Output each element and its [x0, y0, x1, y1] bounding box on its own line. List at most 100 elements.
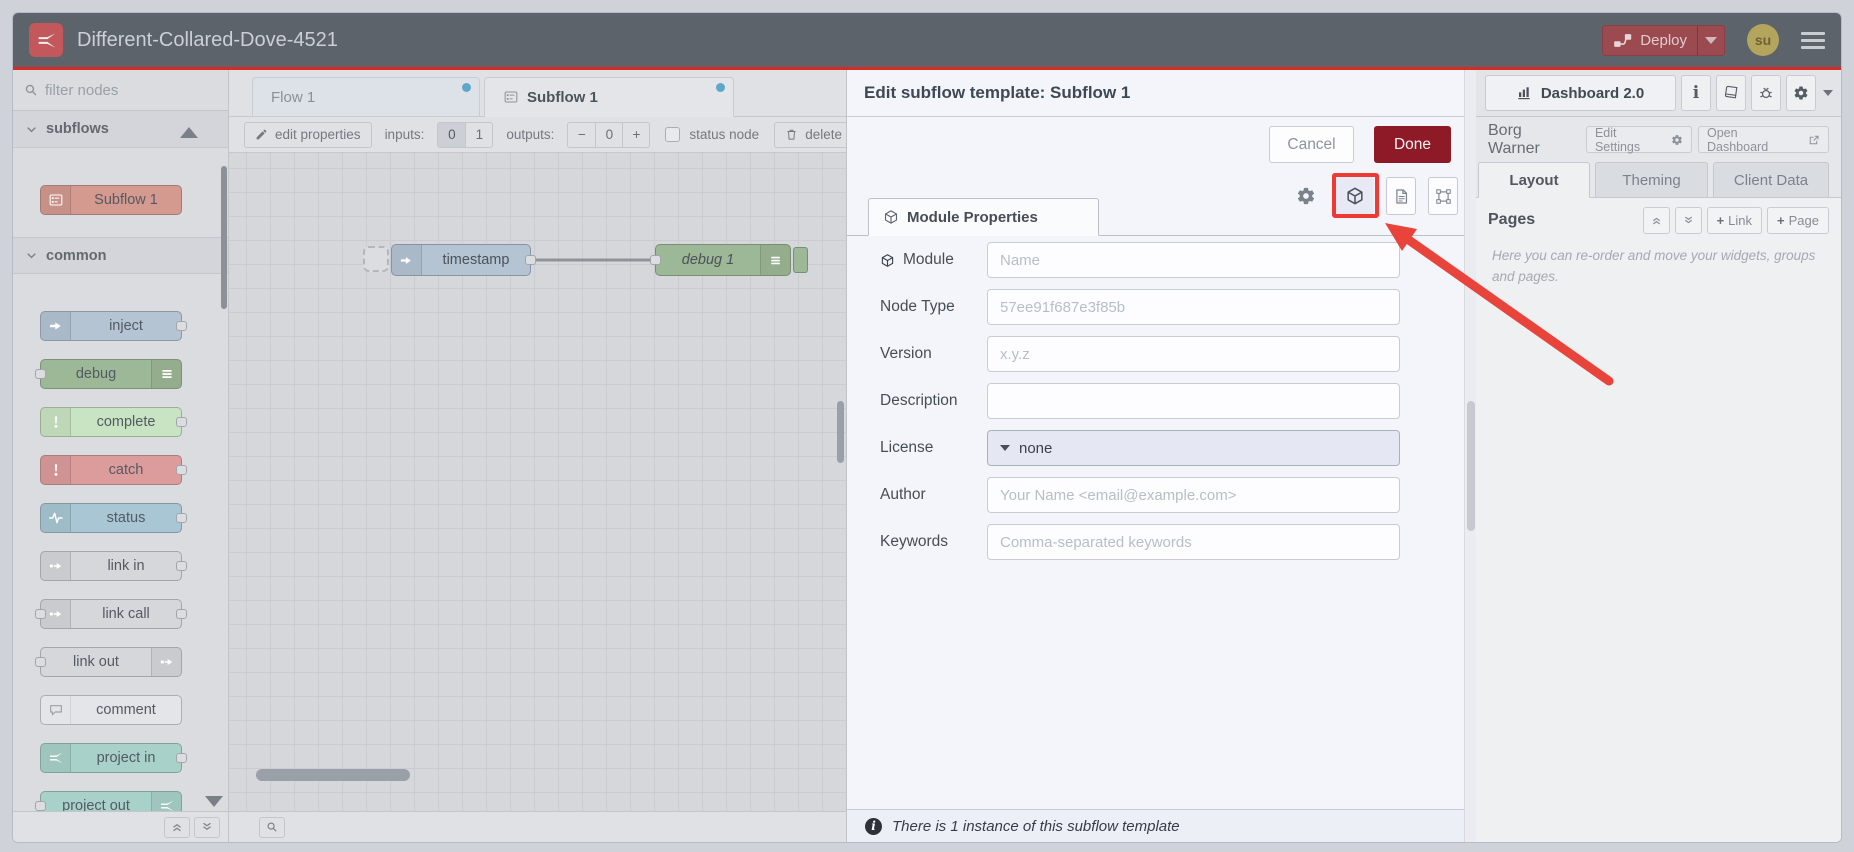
tab-flow-1[interactable]: Flow 1	[252, 77, 480, 117]
palette-node-project-out[interactable]: project out	[35, 791, 182, 811]
inputs-option-0[interactable]: 0	[438, 122, 466, 147]
deploy-button[interactable]: Deploy	[1602, 24, 1725, 56]
right-port[interactable]	[176, 609, 187, 619]
done-button[interactable]: Done	[1374, 126, 1451, 163]
palette-scroll-up-icon[interactable]	[180, 127, 198, 138]
palette-node-inject[interactable]: inject	[40, 311, 187, 341]
canvas-horizontal-scrollbar[interactable]	[256, 769, 410, 781]
tab-layout[interactable]: Layout	[1478, 162, 1590, 198]
input-port[interactable]	[650, 255, 661, 265]
form-row-license: License none	[880, 430, 1464, 466]
left-port[interactable]	[35, 369, 46, 379]
form-row-keywords: Keywords	[880, 524, 1464, 560]
tab-dashboard-2[interactable]: Dashboard 2.0	[1485, 75, 1676, 111]
inputs-label: inputs:	[384, 127, 425, 142]
sidebar-toolbar: Dashboard 2.0 i	[1476, 70, 1841, 117]
left-port[interactable]	[35, 657, 46, 667]
palette-node-link-in[interactable]: link in	[40, 551, 187, 581]
output-port[interactable]	[525, 255, 536, 265]
sidebar-more-tabs-button[interactable]	[1821, 90, 1835, 96]
field-license-select[interactable]: none	[987, 430, 1400, 466]
description-doc-button[interactable]	[1386, 177, 1416, 215]
tab-subflow-1[interactable]: Subflow 1	[484, 77, 734, 117]
palette-collapse-all-button[interactable]	[164, 816, 190, 838]
tab-module-properties[interactable]: Module Properties	[868, 198, 1099, 236]
open-dashboard-label: Open Dashboard	[1707, 125, 1769, 154]
right-port[interactable]	[176, 561, 187, 571]
add-link-button[interactable]: + Link	[1706, 206, 1763, 234]
palette-category-common[interactable]: common	[13, 237, 228, 274]
right-port[interactable]	[176, 465, 187, 475]
left-port[interactable]	[35, 801, 46, 811]
palette-scroll-down-icon[interactable]	[205, 796, 223, 807]
book-icon	[1723, 85, 1739, 101]
canvas-node-debug-1[interactable]: debug 1	[650, 244, 791, 276]
dialog-title: Edit subflow template: Subflow 1	[864, 83, 1131, 102]
status-node-checkbox[interactable]	[665, 127, 681, 142]
modified-dot	[462, 83, 471, 92]
right-port[interactable]	[176, 321, 187, 331]
right-port[interactable]	[176, 417, 187, 427]
debug-enable-toggle[interactable]	[793, 247, 808, 273]
palette-node-subflow-1[interactable]: Subflow 1	[40, 185, 182, 215]
properties-gear-button[interactable]	[1288, 178, 1324, 214]
edit-properties-button[interactable]: edit properties	[244, 121, 372, 148]
field-author-input[interactable]	[987, 477, 1400, 513]
move-down-button[interactable]	[1674, 206, 1702, 234]
outputs-decrease-button[interactable]: −	[568, 123, 595, 147]
debug-tab-button[interactable]	[1751, 75, 1781, 111]
palette-expand-all-button[interactable]	[194, 816, 220, 838]
node-label: complete	[96, 414, 156, 430]
avatar-initials: su	[1754, 32, 1772, 48]
search-input[interactable]	[45, 81, 195, 99]
user-avatar[interactable]: su	[1747, 24, 1779, 56]
info-tab-button[interactable]: i	[1681, 75, 1711, 111]
right-port[interactable]	[176, 513, 187, 523]
field-version-input[interactable]	[987, 336, 1400, 372]
palette-node-link-out[interactable]: link out	[35, 647, 182, 677]
tab-theming[interactable]: Theming	[1595, 162, 1708, 198]
field-node-type-input[interactable]	[987, 289, 1400, 325]
config-tab-button[interactable]	[1786, 75, 1816, 111]
status-node-toggle[interactable]: status node	[663, 122, 761, 148]
palette-scrollbar[interactable]	[221, 166, 227, 309]
edit-settings-button[interactable]: Edit Settings	[1585, 126, 1692, 154]
tray-scrollbar[interactable]	[1464, 70, 1476, 842]
subflow-input-stub[interactable]	[363, 246, 389, 272]
deploy-dropdown-button[interactable]	[1698, 36, 1724, 44]
field-label: Keywords	[880, 533, 949, 550]
palette-node-debug[interactable]: debug	[35, 359, 182, 389]
palette-node-project-in[interactable]: project in	[40, 743, 187, 773]
field-description-input[interactable]	[987, 383, 1400, 419]
deploy-label: Deploy	[1640, 31, 1687, 49]
right-port[interactable]	[176, 753, 187, 763]
move-up-button[interactable]	[1642, 206, 1670, 234]
gear-icon	[1793, 85, 1809, 101]
module-properties-cube-button[interactable]	[1336, 177, 1374, 215]
outputs-increase-button[interactable]: +	[622, 122, 649, 147]
canvas-node-timestamp[interactable]: timestamp	[391, 244, 536, 276]
inputs-option-1[interactable]: 1	[465, 122, 492, 147]
left-port[interactable]	[35, 609, 46, 619]
node-label: link in	[107, 558, 145, 574]
palette-node-complete[interactable]: complete	[40, 407, 187, 437]
open-dashboard-button[interactable]: Open Dashboard	[1698, 125, 1829, 154]
zoom-search-button[interactable]	[259, 816, 285, 838]
main-menu-button[interactable]	[1801, 31, 1825, 49]
field-keywords-input[interactable]	[987, 524, 1400, 560]
tab-client-data[interactable]: Client Data	[1713, 162, 1829, 198]
document-icon	[1393, 188, 1410, 205]
cancel-button[interactable]: Cancel	[1269, 126, 1354, 163]
appearance-frame-button[interactable]	[1428, 177, 1458, 215]
add-page-button[interactable]: + Page	[1767, 206, 1829, 234]
palette-node-comment[interactable]: comment	[40, 695, 182, 725]
palette-node-catch[interactable]: catch	[40, 455, 187, 485]
palette-node-link-call[interactable]: link call	[35, 599, 187, 629]
tab-label: Flow 1	[271, 88, 316, 106]
field-module-input[interactable]	[987, 242, 1400, 278]
palette-node-status[interactable]: status	[40, 503, 187, 533]
chevron-down-icon	[1823, 90, 1833, 96]
help-tab-button[interactable]	[1716, 75, 1746, 111]
canvas-vertical-scrollbar[interactable]	[837, 401, 844, 463]
node-label: project in	[96, 750, 156, 766]
